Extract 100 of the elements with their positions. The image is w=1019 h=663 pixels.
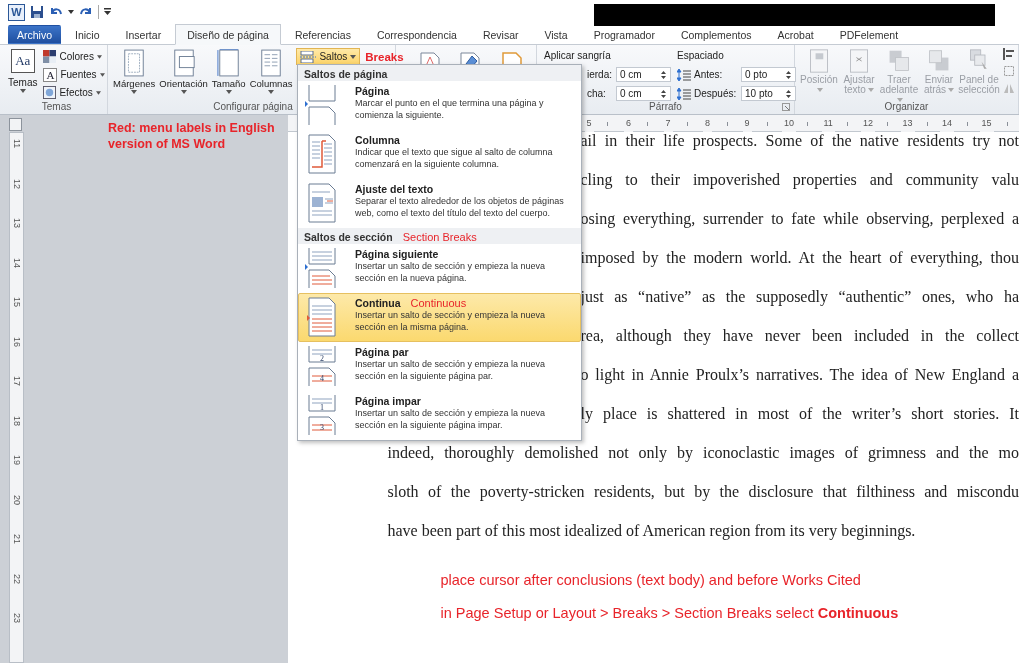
menu-section-heading: Saltos de página xyxy=(304,68,388,80)
annotation-note: Red: menu labels in English version of MS Word xyxy=(108,120,276,152)
theme-option-button[interactable]: Colores xyxy=(41,48,107,65)
align-icon[interactable] xyxy=(1003,48,1015,60)
ribbon-tab[interactable]: Diseño de página xyxy=(175,24,281,45)
page-setup-button[interactable]: Márgenes xyxy=(111,48,158,95)
ruler-number: 12 xyxy=(11,178,22,189)
orientation-icon xyxy=(171,49,196,77)
tab-selector[interactable] xyxy=(9,118,22,131)
effects-icon xyxy=(43,86,57,99)
line-spacing-icon xyxy=(677,68,691,81)
group-icon[interactable] xyxy=(1003,65,1015,77)
spinner-icon xyxy=(786,69,791,80)
instruction-text: place cursor after conclusions (text body) and before Works Cited xyxy=(439,571,862,590)
ribbon-tab[interactable]: Archivo xyxy=(8,25,61,44)
page-setup-button[interactable]: Orientación xyxy=(157,48,210,95)
ribbon-tab[interactable]: PDFelement xyxy=(827,25,911,44)
bring-forward-icon xyxy=(887,49,911,73)
caret-icon xyxy=(225,90,232,94)
page-setup-button[interactable]: Tamaño xyxy=(209,48,248,95)
body-text-line: osing everything, surrender to fate while observing, perplexed a xyxy=(580,210,1019,228)
body-text-line: just as “native” as the supposedly “authentic” ones, who ha xyxy=(580,288,1019,306)
field-label: Después: xyxy=(694,88,738,99)
caret-icon[interactable] xyxy=(68,10,74,14)
menu-item-description: Insertar un salto de sección y empieza la nueva sección en la siguiente página par. xyxy=(355,359,547,382)
spinner-icon xyxy=(661,69,666,80)
line-spacing-icon xyxy=(677,87,691,100)
menu-item-description: Separar el texto alrededor de los objetos de páginas web, como el texto del título del texto del cuerpo. xyxy=(355,196,565,219)
field-label: cha: xyxy=(587,88,607,99)
menu-item-title: Ajuste del texto xyxy=(355,183,434,195)
menu-item-title: Página siguiente xyxy=(355,248,439,260)
caret-icon xyxy=(268,90,275,94)
menu-item-description: Insertar un salto de sección y empieza la nueva sección en la siguiente página impar. xyxy=(355,408,547,431)
menu-item[interactable]: Página siguiente Insertar un salto de sección y empieza la nueva sección en la nueva página. xyxy=(298,244,581,293)
body-text-line: rea, although they have never been included in the collect xyxy=(580,327,1019,345)
menu-item-title: Página par xyxy=(355,346,409,358)
wrap-text-icon xyxy=(847,49,871,73)
ribbon-tab[interactable]: Acrobat xyxy=(765,25,826,44)
save-icon[interactable] xyxy=(30,5,44,19)
ruler-number: 21 xyxy=(11,534,22,544)
customize-toolbar-icon[interactable] xyxy=(104,8,111,16)
caret-icon xyxy=(95,90,101,95)
group-label: Organizar xyxy=(884,101,929,112)
menu-item-description: Marcar el punto en el que termina una página y comienza la siguiente. xyxy=(355,98,545,121)
page-setup-button[interactable]: Columnas xyxy=(247,48,295,95)
themes-button[interactable]: Aa Temas xyxy=(6,48,40,94)
ribbon-tab[interactable]: Insertar xyxy=(113,25,174,44)
menu-item[interactable]: 2 4 Página par Insertar un salto de sección y empieza la nueva sección en la siguiente página par. xyxy=(298,342,581,391)
ribbon-tab[interactable]: Inicio xyxy=(63,25,112,44)
ribbon-tab[interactable]: Correspondencia xyxy=(364,25,469,44)
indent-field[interactable]: 0 cm xyxy=(616,86,671,101)
theme-option-button[interactable]: A Fuentes xyxy=(41,66,107,83)
group-label: Temas xyxy=(41,101,72,112)
ribbon-tab[interactable]: Vista xyxy=(532,25,580,44)
field-label: Antes: xyxy=(694,69,724,80)
group-label: Configurar página xyxy=(213,101,293,112)
body-text-line: ly place is shattered in most of the writer’s short stories. It xyxy=(580,405,1019,423)
group-label: Párrafo xyxy=(649,101,682,112)
color-swatch-icon xyxy=(43,50,57,63)
page-size-icon xyxy=(216,49,241,77)
menu-item-description: Insertar un salto de sección y empieza la nueva sección en la misma página. xyxy=(355,310,547,333)
themes-icon: Aa xyxy=(10,49,35,73)
ruler-number: 15 xyxy=(11,297,22,307)
ribbon-tab[interactable]: Revisar xyxy=(470,25,531,44)
caret-icon xyxy=(96,54,102,59)
spacing-heading: Espaciado xyxy=(677,49,725,63)
spacing-field[interactable]: 10 pto xyxy=(741,86,796,101)
caret-icon xyxy=(350,54,357,59)
menu-item[interactable]: Página Marcar el punto en el que termina una página y comienza la siguiente. xyxy=(298,81,581,130)
body-text-line: sloth of the poverty-stricken residents, but by the disclosure that filthiness and miscondu xyxy=(387,483,1019,501)
position-icon xyxy=(807,49,831,73)
ruler-number: 18 xyxy=(11,415,22,426)
indent-field[interactable]: 0 cm xyxy=(616,67,671,82)
word-app-icon[interactable]: W xyxy=(8,3,25,21)
menu-item[interactable]: 1 3 Página impar Insertar un salto de sección y empieza la nueva sección en la siguiente página impar. xyxy=(298,391,581,440)
menu-item[interactable]: Ajuste del texto Separar el texto alrededor de los objetos de páginas web, como el texto del título del texto del cuerpo. xyxy=(298,179,581,228)
menu-item[interactable]: Continua Continuous Insertar un salto de sección y empieza la nueva sección en la misma página. xyxy=(298,293,581,342)
menu-item-description: Indicar que el texto que sigue al salto de columna comenzará en la siguiente columna. xyxy=(355,147,554,170)
ribbon-tab[interactable]: Referencias xyxy=(282,25,363,44)
ruler-number: 16 xyxy=(11,336,22,347)
spinner-icon xyxy=(661,88,666,99)
dialog-launcher-icon[interactable] xyxy=(782,103,790,111)
theme-option-button[interactable]: Efectos xyxy=(41,84,107,101)
ruler-number: 19 xyxy=(11,455,22,465)
ribbon-tab[interactable]: Programador xyxy=(581,25,667,44)
menu-item[interactable]: Columna Indicar que el texto que sigue al salto de columna comenzará en la siguiente columna. xyxy=(298,130,581,179)
ruler-number: 13 xyxy=(11,218,22,228)
annotation-text: Section Breaks xyxy=(402,231,477,243)
margins-icon xyxy=(122,49,147,77)
caret-icon xyxy=(131,90,138,94)
ruler-number: 17 xyxy=(11,376,22,386)
ruler-number: 20 xyxy=(11,494,22,505)
ribbon-tab[interactable]: Complementos xyxy=(668,25,764,44)
menu-item-title: Página xyxy=(355,85,390,97)
spacing-field[interactable]: 0 pto xyxy=(741,67,796,82)
menu-item-description: Insertar un salto de sección y empieza la nueva sección en la nueva página. xyxy=(355,261,547,284)
spinner-icon xyxy=(786,88,791,99)
body-text-line: cling to their impoverished properties and community valu xyxy=(580,171,1019,189)
ruler-number: 11 xyxy=(11,139,22,149)
menu-section-heading: Saltos de sección xyxy=(304,231,393,243)
